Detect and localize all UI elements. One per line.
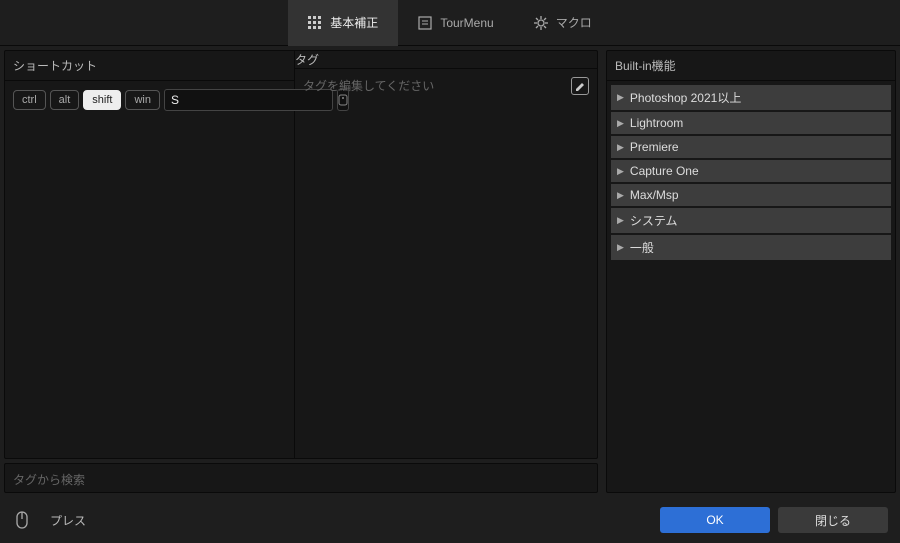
close-button[interactable]: 閉じる — [778, 507, 888, 533]
builtin-item[interactable]: ▶ Max/Msp — [611, 184, 891, 206]
win-key[interactable]: win — [125, 90, 160, 110]
chevron-right-icon: ▶ — [617, 118, 624, 129]
alt-key[interactable]: alt — [50, 90, 80, 110]
builtin-panel: Built-in機能 ▶ Photoshop 2021以上 ▶ Lightroom ▶ P… — [606, 50, 896, 493]
tab-tourmenu-label: TourMenu — [440, 16, 493, 30]
builtin-item[interactable]: ▶ システム — [611, 208, 891, 233]
builtin-item[interactable]: ▶ Capture One — [611, 160, 891, 182]
builtin-item-label: Photoshop 2021以上 — [630, 89, 741, 106]
chevron-right-icon: ▶ — [617, 92, 624, 103]
ok-button[interactable]: OK — [660, 507, 770, 533]
search-placeholder[interactable]: タグから検索 — [5, 464, 597, 495]
gear-icon — [534, 16, 548, 30]
builtin-item[interactable]: ▶ Lightroom — [611, 112, 891, 134]
tag-placeholder: タグを編集してください — [303, 77, 434, 95]
shift-key[interactable]: shift — [83, 90, 121, 110]
builtin-item-label: Capture One — [630, 164, 699, 178]
tab-basic[interactable]: 基本補正 — [288, 0, 398, 46]
builtin-header: Built-in機能 — [607, 51, 895, 81]
chevron-right-icon: ▶ — [617, 166, 624, 177]
chevron-right-icon: ▶ — [617, 190, 624, 201]
mouse-icon — [12, 507, 32, 533]
menu-icon — [418, 16, 432, 30]
builtin-item-label: Lightroom — [630, 116, 683, 130]
search-panel: タグから検索 — [4, 463, 598, 493]
left-panel: ショートカット ctrl alt shift win タグ タグを編集 — [4, 50, 598, 459]
tab-macro[interactable]: マクロ — [514, 0, 612, 46]
main-tabs: 基本補正 TourMenu マクロ — [0, 0, 900, 46]
chevron-right-icon: ▶ — [617, 142, 624, 153]
chevron-right-icon: ▶ — [617, 215, 624, 226]
edit-icon[interactable] — [571, 77, 589, 95]
tab-basic-label: 基本補正 — [330, 14, 378, 31]
builtin-item[interactable]: ▶ Premiere — [611, 136, 891, 158]
ctrl-key[interactable]: ctrl — [13, 90, 46, 110]
builtin-item-label: 一般 — [630, 239, 654, 256]
builtin-item-label: システム — [630, 212, 678, 229]
tab-tourmenu[interactable]: TourMenu — [398, 0, 513, 46]
builtin-item-label: Max/Msp — [630, 188, 679, 202]
grid-icon — [308, 16, 322, 30]
shortcut-row: ctrl alt shift win — [5, 81, 294, 119]
tab-macro-label: マクロ — [556, 14, 592, 31]
builtin-item[interactable]: ▶ 一般 — [611, 235, 891, 260]
builtin-item-label: Premiere — [630, 140, 679, 154]
press-label: プレス — [50, 512, 86, 529]
chevron-right-icon: ▶ — [617, 242, 624, 253]
builtin-item[interactable]: ▶ Photoshop 2021以上 — [611, 85, 891, 110]
tag-header: タグ — [295, 51, 319, 68]
shortcut-header: ショートカット — [5, 51, 294, 81]
footer: プレス OK 閉じる — [0, 497, 900, 543]
